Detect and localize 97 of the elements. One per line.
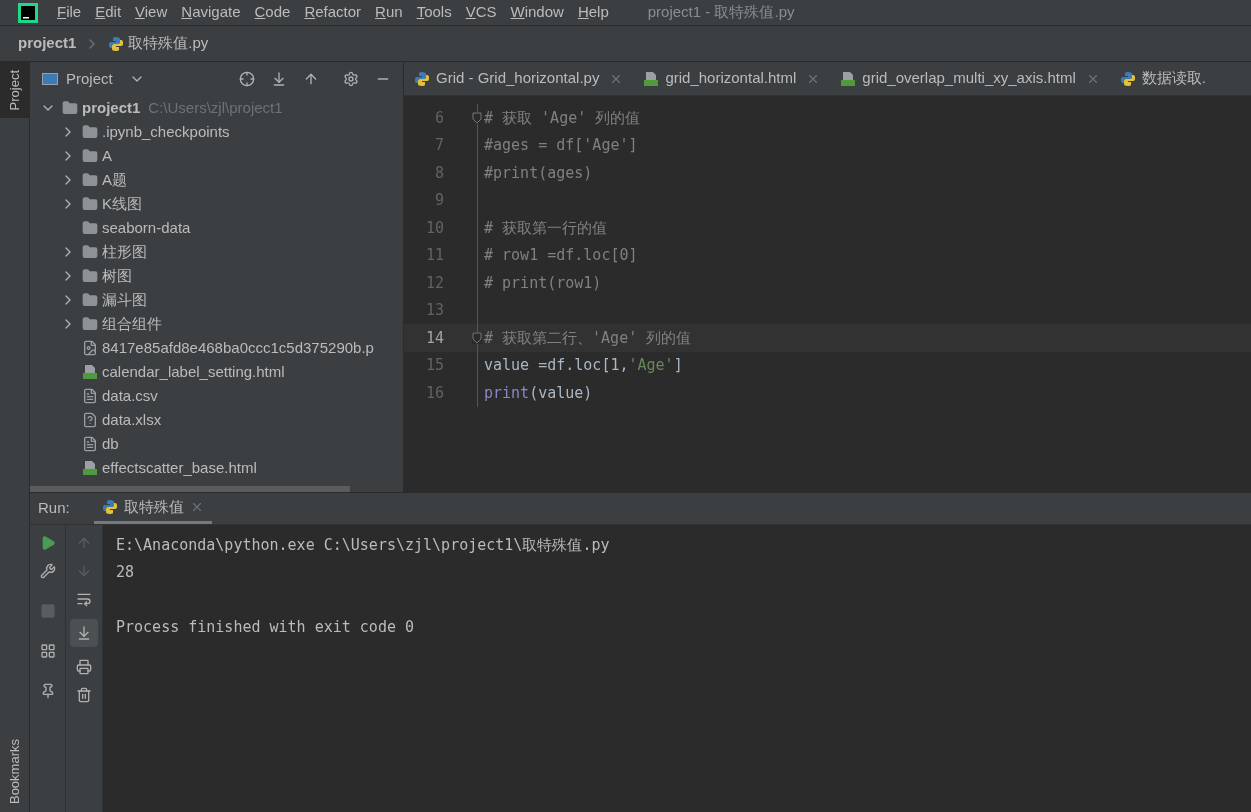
run-label: Run: bbox=[38, 498, 70, 519]
html-file-icon bbox=[82, 364, 98, 380]
folder-icon bbox=[82, 220, 98, 236]
code-line: # 获取第二行、'Age' 列的值 bbox=[484, 327, 692, 349]
fold-marker-icon[interactable] bbox=[472, 331, 482, 344]
menu-item[interactable]: View bbox=[128, 1, 175, 24]
folder-icon bbox=[82, 268, 98, 284]
tree-item[interactable]: seaborn-data bbox=[102, 216, 191, 240]
menu-item[interactable]: Edit bbox=[88, 1, 129, 24]
menu-item[interactable]: Run bbox=[368, 1, 410, 24]
line-number: 14 bbox=[424, 327, 444, 349]
editor-tab[interactable]: grid_overlap_multi_xy_axis.html bbox=[830, 62, 1110, 95]
python-file-icon bbox=[1119, 70, 1136, 87]
scroll-to-end-button[interactable] bbox=[70, 619, 98, 647]
line-number: 7 bbox=[433, 135, 444, 156]
line-number: 6 bbox=[433, 107, 444, 129]
app-logo bbox=[18, 2, 38, 23]
panel-title[interactable]: Project bbox=[66, 67, 113, 91]
folder-icon bbox=[82, 124, 98, 140]
breadcrumb-item[interactable]: 取特殊值.py bbox=[128, 32, 209, 55]
tree-item[interactable]: effectscatter_base.html bbox=[102, 456, 257, 480]
locate-icon[interactable] bbox=[239, 71, 255, 87]
tree-item[interactable]: 组合组件 bbox=[102, 312, 162, 336]
layout-icon[interactable] bbox=[39, 643, 56, 659]
trash-icon[interactable] bbox=[76, 687, 92, 703]
console-line: E:\Anaconda\python.exe C:\Users\zjl\project1\取特殊值.py bbox=[116, 534, 610, 556]
fold-marker-icon[interactable] bbox=[472, 111, 482, 124]
line-number: 12 bbox=[424, 272, 444, 294]
tree-item[interactable]: 树图 bbox=[102, 264, 132, 288]
scroll-to-end-icon bbox=[76, 625, 92, 641]
code-line: #print(ages) bbox=[484, 162, 593, 184]
tree-item[interactable]: db bbox=[102, 432, 119, 456]
html-file-icon bbox=[840, 70, 857, 87]
text-file-icon bbox=[82, 388, 98, 404]
tree-item[interactable]: data.xlsx bbox=[102, 408, 162, 432]
line-number: 8 bbox=[433, 162, 444, 184]
folder-icon bbox=[82, 292, 98, 308]
line-number: 11 bbox=[424, 245, 444, 266]
image-file-icon bbox=[82, 340, 98, 356]
line-number: 13 bbox=[424, 300, 444, 321]
folder-icon bbox=[82, 148, 98, 164]
code-line: print(value) bbox=[484, 382, 593, 404]
python-file-icon bbox=[101, 499, 118, 515]
scrollbar[interactable] bbox=[30, 486, 350, 492]
menu-item[interactable]: File bbox=[50, 1, 89, 24]
line-number: 16 bbox=[424, 382, 444, 404]
menu-item[interactable]: VCS bbox=[458, 1, 504, 24]
code-line: # row1 =df.loc[0] bbox=[484, 245, 638, 266]
python-file-icon bbox=[108, 35, 125, 52]
side-tab[interactable]: Project bbox=[0, 62, 30, 119]
tree-item[interactable]: 8417e85afd8e468ba0ccc1c5d375290b.p bbox=[102, 336, 374, 360]
code-line: #ages = df['Age'] bbox=[484, 135, 638, 156]
folder-icon bbox=[82, 316, 98, 332]
tree-item[interactable]: .ipynb_checkpoints bbox=[102, 120, 230, 144]
print-icon[interactable] bbox=[76, 659, 92, 675]
folder-icon bbox=[82, 244, 98, 260]
html-file-icon bbox=[643, 70, 660, 87]
editor-tab[interactable]: 数据读取. bbox=[1109, 62, 1216, 95]
tree-item[interactable]: A题 bbox=[102, 168, 127, 192]
folder-icon bbox=[62, 100, 78, 116]
console-line: 28 bbox=[116, 562, 135, 583]
tree-item[interactable]: 漏斗图 bbox=[102, 288, 147, 312]
console-line: Process finished with exit code 0 bbox=[116, 617, 414, 638]
wrap-icon[interactable] bbox=[76, 591, 92, 607]
panel-icon bbox=[42, 73, 58, 85]
tree-item[interactable]: K线图 bbox=[102, 192, 142, 216]
menu-item[interactable]: Help bbox=[570, 1, 616, 24]
tree-item[interactable]: calendar_label_setting.html bbox=[102, 360, 285, 384]
line-number: 10 bbox=[424, 217, 444, 239]
menu-item[interactable]: Refactor bbox=[297, 1, 369, 24]
tree-item[interactable]: A bbox=[102, 144, 112, 168]
settings-icon[interactable] bbox=[343, 71, 359, 87]
menu-item[interactable]: Tools bbox=[409, 1, 459, 24]
editor-tab[interactable]: Grid - Grid_horizontal.py bbox=[404, 62, 634, 95]
code-line: # 获取 'Age' 列的值 bbox=[484, 107, 641, 129]
html-file-icon bbox=[82, 460, 98, 476]
tree-item[interactable]: data.csv bbox=[102, 384, 158, 408]
text-file-icon bbox=[82, 436, 98, 452]
menu-item[interactable]: Window bbox=[503, 1, 571, 24]
menu-item[interactable]: Code bbox=[247, 1, 298, 24]
menu-item[interactable]: Navigate bbox=[174, 1, 248, 24]
line-number: 9 bbox=[433, 190, 444, 211]
unknown-file-icon bbox=[82, 412, 98, 428]
side-tab[interactable]: Bookmarks bbox=[0, 730, 30, 812]
python-file-icon bbox=[414, 70, 430, 87]
wrench-icon[interactable] bbox=[39, 563, 56, 579]
code-line: # print(row1) bbox=[484, 272, 602, 294]
code-line: value =df.loc[1,'Age'] bbox=[484, 355, 683, 376]
line-number: 15 bbox=[424, 355, 444, 376]
tree-item[interactable]: 柱形图 bbox=[102, 240, 147, 264]
window-title: project1 - 取特殊值.py bbox=[647, 2, 795, 23]
folder-icon bbox=[82, 196, 98, 212]
folder-icon bbox=[82, 172, 98, 188]
editor-tab[interactable]: grid_horizontal.html bbox=[633, 62, 831, 95]
tree-item[interactable]: project1 bbox=[82, 96, 141, 120]
breadcrumb-item[interactable]: project1 bbox=[18, 32, 77, 55]
code-line: # 获取第一行的值 bbox=[484, 217, 608, 239]
